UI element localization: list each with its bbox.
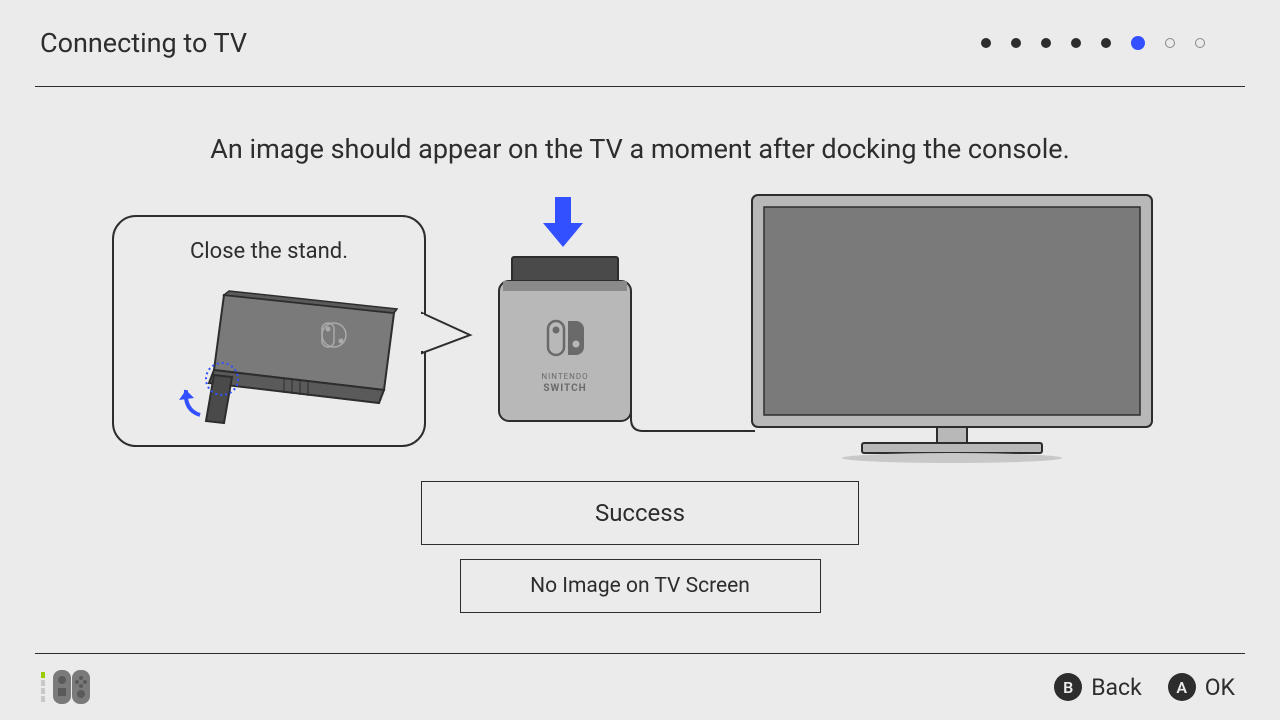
- step-dot: [1011, 38, 1021, 48]
- success-button[interactable]: Success: [421, 481, 859, 545]
- step-dot: [981, 38, 991, 48]
- header: Connecting to TV: [35, 0, 1245, 87]
- callout-tail: [420, 305, 480, 365]
- step-dot: [1071, 38, 1081, 48]
- a-button-icon: A: [1168, 673, 1196, 701]
- no-image-button[interactable]: No Image on TV Screen: [460, 559, 821, 613]
- console-stand-illustration: [114, 275, 424, 445]
- step-dot: [1165, 38, 1175, 48]
- ok-label: OK: [1205, 674, 1235, 701]
- step-dot: [1195, 38, 1205, 48]
- tv-illustration: [742, 185, 1172, 475]
- b-button-icon: B: [1054, 673, 1082, 701]
- callout-bubble: Close the stand.: [112, 215, 426, 447]
- callout-text: Close the stand.: [114, 239, 424, 264]
- step-dot: [1101, 38, 1111, 48]
- ok-action[interactable]: A OK: [1168, 673, 1235, 701]
- button-group: Success No Image on TV Screen: [0, 481, 1280, 613]
- page-title: Connecting to TV: [40, 27, 247, 59]
- down-arrow-icon: [538, 195, 588, 251]
- footer-actions: B Back A OK: [1054, 673, 1235, 701]
- main-content: An image should appear on the TV a momen…: [0, 87, 1280, 653]
- step-indicator: [981, 36, 1205, 50]
- instruction-text: An image should appear on the TV a momen…: [0, 87, 1280, 165]
- controller-indicator: [41, 670, 90, 704]
- dock-brand-bottom: SWITCH: [543, 383, 586, 394]
- footer: B Back A OK: [35, 653, 1245, 720]
- battery-icon: [41, 672, 45, 702]
- step-dot-current: [1131, 36, 1145, 50]
- step-dot: [1041, 38, 1051, 48]
- joycon-icon: [53, 670, 90, 704]
- diagram-area: Close the stand.: [0, 205, 1280, 465]
- back-label: Back: [1091, 674, 1142, 701]
- back-action[interactable]: B Back: [1054, 673, 1142, 701]
- dock-brand-top: NINTENDO: [541, 372, 588, 381]
